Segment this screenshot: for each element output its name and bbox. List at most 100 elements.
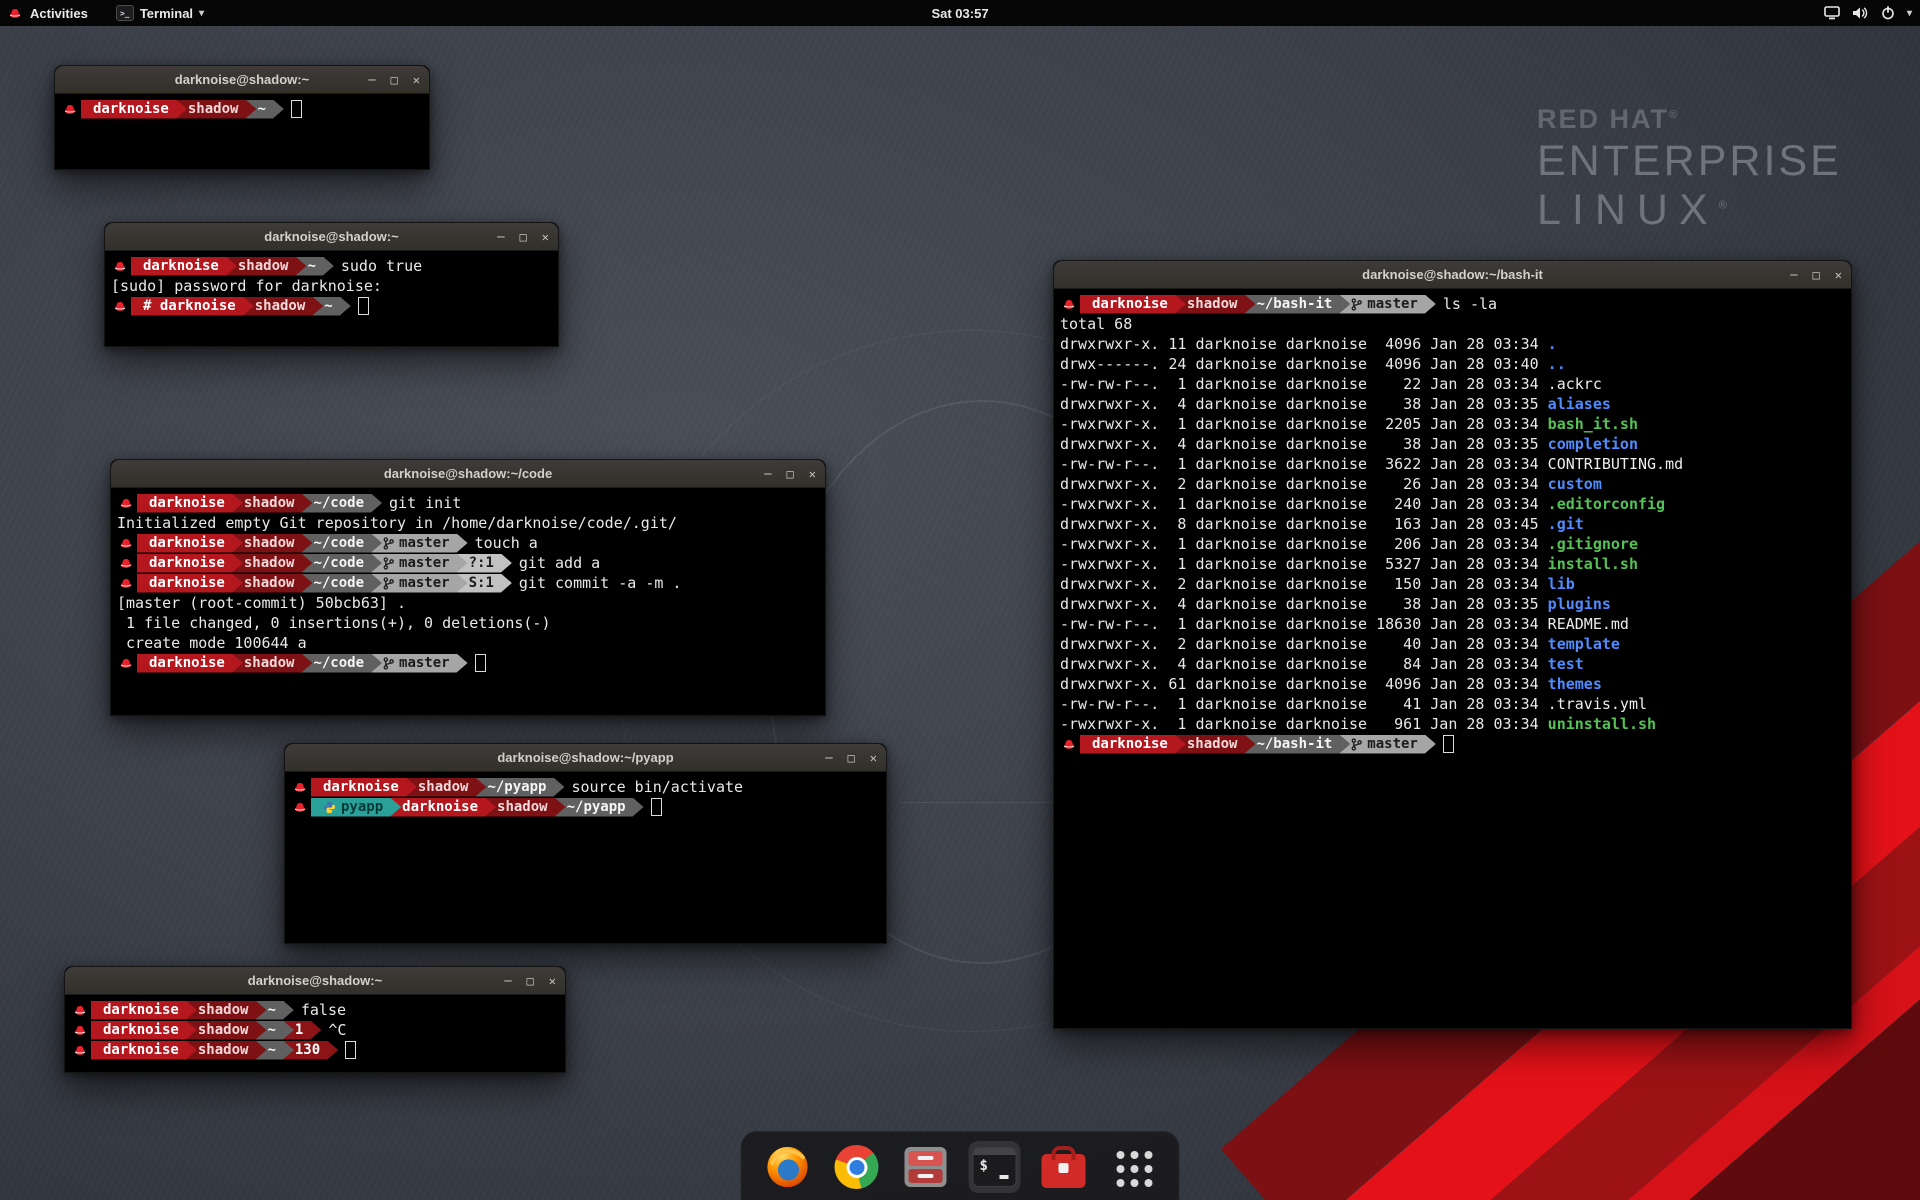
display-indicator-icon[interactable] <box>1824 6 1840 20</box>
prompt-segment-host: shadow <box>232 494 313 513</box>
terminal-window-code: darknoise@shadow:~/code ─ □ ✕ darknoises… <box>110 459 826 716</box>
terminal-content[interactable]: darknoiseshadow~ <box>55 94 429 123</box>
terminal-cursor <box>1443 735 1454 753</box>
minimize-button[interactable]: ─ <box>368 74 375 86</box>
close-button[interactable]: ✕ <box>549 975 556 987</box>
prompt-segment-user: darknoise <box>137 654 243 673</box>
close-button[interactable]: ✕ <box>1835 269 1842 281</box>
terminal-line: drwxrwxr-x. 2 darknoise darknoise 26 Jan… <box>1060 474 1845 494</box>
redhat-prompt-icon <box>113 259 127 273</box>
redhat-prompt-icon <box>73 1043 87 1057</box>
window-titlebar[interactable]: darknoise@shadow:~/bash-it ─ □ ✕ <box>1054 261 1851 289</box>
close-button[interactable]: ✕ <box>542 231 549 243</box>
command-text: ^C <box>328 1021 346 1039</box>
brand-enterprise: ENTERPRISE <box>1537 137 1842 186</box>
terminal-content[interactable]: darknoiseshadow~/codegit initInitialized… <box>111 488 825 677</box>
activities-button[interactable]: Activities <box>30 6 88 21</box>
dock-chrome-button[interactable] <box>831 1141 883 1193</box>
dock-toolbox-button[interactable] <box>1038 1141 1090 1193</box>
window-titlebar[interactable]: darknoise@shadow:~ ─ □ ✕ <box>105 223 558 251</box>
close-button[interactable]: ✕ <box>413 74 420 86</box>
close-button[interactable]: ✕ <box>870 752 877 764</box>
dock-terminal-button[interactable]: $ <box>969 1141 1021 1193</box>
ls-filename: custom <box>1548 475 1602 493</box>
prompt-segment-host: shadow <box>1175 295 1256 314</box>
prompt-segment-host: shadow <box>186 1021 267 1040</box>
dock-app-grid-button[interactable] <box>1107 1141 1159 1193</box>
terminal-line: darknoiseshadow~/pyappsource bin/activat… <box>291 777 880 797</box>
dock-firefox-button[interactable] <box>762 1141 814 1193</box>
prompt-segment-git: master <box>371 574 468 593</box>
redhat-prompt-icon <box>119 656 133 670</box>
maximize-button[interactable]: □ <box>527 975 534 987</box>
terminal-content[interactable]: darknoiseshadow~sudo true[sudo] password… <box>105 251 558 320</box>
terminal-line: darknoiseshadow~/codemaster?:1git add a <box>117 553 819 573</box>
prompt-segment-host: shadow <box>1175 735 1256 754</box>
terminal-window-home-small: darknoise@shadow:~ ─ □ ✕ darknoiseshadow… <box>54 65 430 170</box>
app-menu[interactable]: >_ Terminal ▾ <box>116 5 204 21</box>
prompt-segment-host: shadow <box>232 534 313 553</box>
prompt-segment-path: ~/bash-it <box>1244 295 1350 314</box>
minimize-button[interactable]: ─ <box>504 975 511 987</box>
branch-icon <box>383 537 394 550</box>
prompt-segment-user: darknoise <box>131 257 237 276</box>
prompt-segment-path: ~/pyapp <box>475 778 564 797</box>
prompt-segment-user: # darknoise <box>131 297 254 316</box>
ls-columns: -rwxrwxr-x. 1 darknoise darknoise 206 Ja… <box>1060 535 1548 553</box>
prompt-segment-user: darknoise <box>311 778 417 797</box>
distro-logo-icon <box>8 6 22 20</box>
terminal-line: drwxrwxr-x. 11 darknoise darknoise 4096 … <box>1060 334 1845 354</box>
ls-filename: bash_it.sh <box>1548 415 1638 433</box>
minimize-button[interactable]: ─ <box>825 752 832 764</box>
output-text: [master (root-commit) 50bcb63] . <box>117 594 406 612</box>
branch-icon <box>383 657 394 670</box>
dock-files-button[interactable] <box>900 1141 952 1193</box>
terminal-line: darknoiseshadow~ <box>61 99 423 119</box>
window-titlebar[interactable]: darknoise@shadow:~ ─ □ ✕ <box>55 66 429 94</box>
minimize-button[interactable]: ─ <box>497 231 504 243</box>
minimize-button[interactable]: ─ <box>764 468 771 480</box>
terminal-content[interactable]: darknoiseshadow~/pyappsource bin/activat… <box>285 772 886 821</box>
terminal-line: -rw-rw-r--. 1 darknoise darknoise 3622 J… <box>1060 454 1845 474</box>
redhat-prompt-icon <box>293 780 307 794</box>
window-titlebar[interactable]: darknoise@shadow:~/code ─ □ ✕ <box>111 460 825 488</box>
ls-columns: drwxrwxr-x. 2 darknoise darknoise 26 Jan… <box>1060 475 1548 493</box>
ls-filename: README.md <box>1548 615 1629 633</box>
terminal-line: [sudo] password for darknoise: <box>111 276 552 296</box>
close-button[interactable]: ✕ <box>809 468 816 480</box>
ls-columns: -rwxrwxr-x. 1 darknoise darknoise 5327 J… <box>1060 555 1548 573</box>
prompt-segment-user: darknoise <box>81 100 187 119</box>
window-titlebar[interactable]: darknoise@shadow:~ ─ □ ✕ <box>65 967 565 995</box>
minimize-button[interactable]: ─ <box>1790 269 1797 281</box>
terminal-content[interactable]: darknoiseshadow~falsedarknoiseshadow~1^C… <box>65 995 565 1064</box>
terminal-content[interactable]: darknoiseshadow~/bash-itmasterls -latota… <box>1054 289 1851 758</box>
volume-icon[interactable] <box>1852 6 1869 20</box>
window-titlebar[interactable]: darknoise@shadow:~/pyapp ─ □ ✕ <box>285 744 886 772</box>
toolbox-icon <box>1042 1154 1086 1188</box>
prompt-segment-host: shadow <box>232 654 313 673</box>
ls-filename: plugins <box>1548 595 1611 613</box>
clock[interactable]: Sat 03:57 <box>931 6 988 21</box>
maximize-button[interactable]: □ <box>787 468 794 480</box>
app-menu-label: Terminal <box>140 6 193 21</box>
terminal-line: -rwxrwxr-x. 1 darknoise darknoise 5327 J… <box>1060 554 1845 574</box>
app-grid-icon <box>1113 1147 1153 1187</box>
maximize-button[interactable]: □ <box>848 752 855 764</box>
ls-columns: drwxrwxr-x. 8 darknoise darknoise 163 Ja… <box>1060 515 1548 533</box>
maximize-button[interactable]: □ <box>391 74 398 86</box>
terminal-line: -rwxrwxr-x. 1 darknoise darknoise 961 Ja… <box>1060 714 1845 734</box>
redhat-prompt-icon <box>119 536 133 550</box>
branch-icon <box>383 577 394 590</box>
maximize-button[interactable]: □ <box>520 231 527 243</box>
command-text: git init <box>389 494 461 512</box>
power-icon[interactable] <box>1881 6 1895 20</box>
chevron-down-icon[interactable]: ▾ <box>1907 8 1912 19</box>
terminal-line: Initialized empty Git repository in /hom… <box>117 513 819 533</box>
rhel-wallpaper-logo: RED HAT® ENTERPRISE LINUX® <box>1537 104 1842 235</box>
terminal-line: darknoiseshadow~130 <box>71 1040 559 1060</box>
branch-icon <box>1351 738 1362 751</box>
ls-filename: .travis.yml <box>1548 695 1647 713</box>
prompt-segment-host: shadow <box>186 1001 267 1020</box>
branch-icon <box>383 557 394 570</box>
maximize-button[interactable]: □ <box>1813 269 1820 281</box>
